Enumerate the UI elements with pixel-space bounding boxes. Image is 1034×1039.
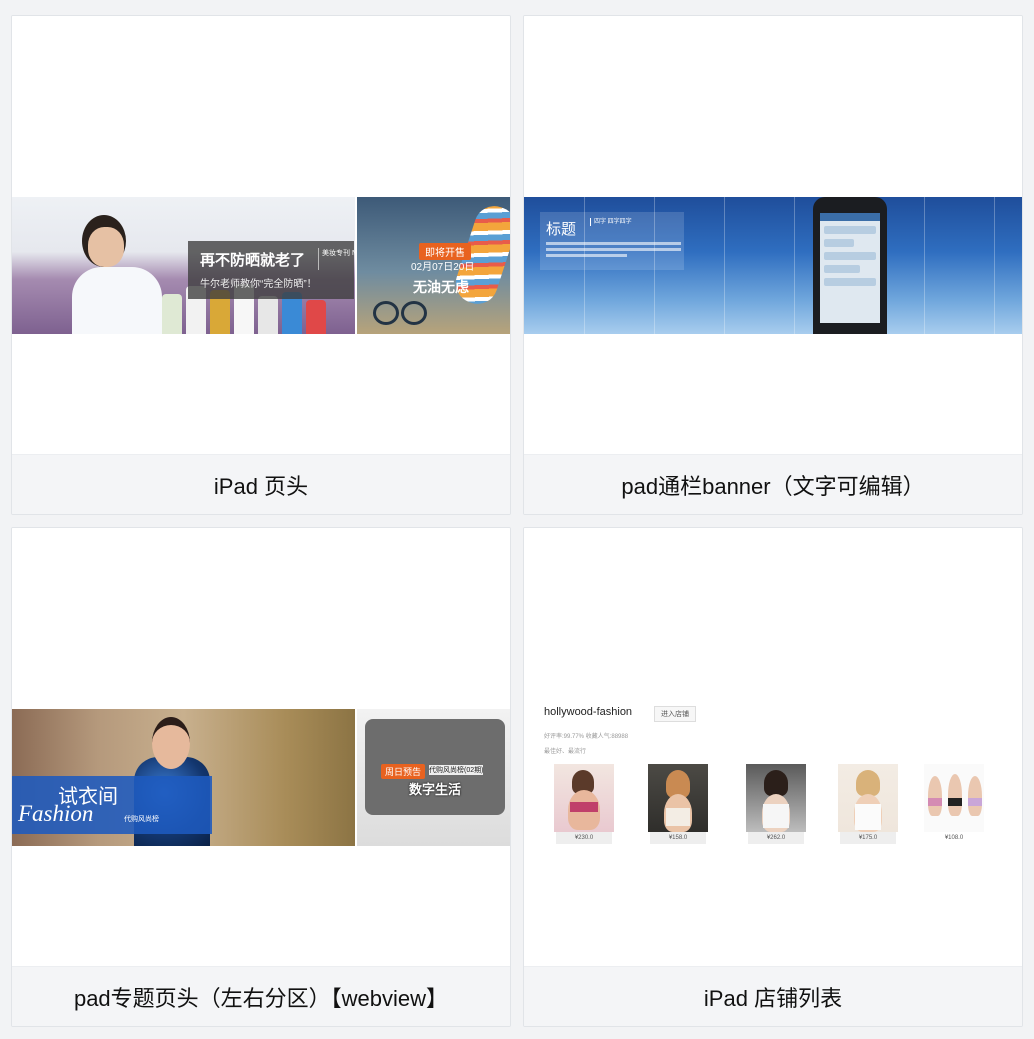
product-photo: [838, 764, 898, 832]
grid-line: [794, 197, 795, 334]
person-face: [88, 227, 124, 267]
sunglasses-icon: [401, 301, 427, 325]
grid-line: [724, 197, 725, 334]
banner-en-title: Fashion: [18, 801, 94, 826]
product-photo: [648, 764, 708, 832]
preview-banner: 再不防晒就老了 美妆专刊 NO.001 牛尔老师教你“完全防晒”！ 即将开售 0…: [12, 197, 510, 334]
sale-date: 02月07日20日: [411, 262, 475, 273]
banner-beach-photo: 即将开售 02月07日20日 无油无虑: [357, 197, 510, 334]
person-figure: [72, 267, 162, 334]
product-price: ¥262.0: [748, 832, 804, 844]
enter-shop-button: 进入店铺: [654, 706, 696, 722]
phone-screen: [820, 213, 880, 323]
template-card-ipad-header[interactable]: 再不防晒就老了 美妆专刊 NO.001 牛尔老师教你“完全防晒”！ 即将开售 0…: [11, 15, 511, 515]
card-preview: hollywood-fashion 进入店铺 好评率:99.77% 收藏人气:8…: [524, 528, 1022, 969]
shop-tagline: 最佳好、最流行: [544, 749, 587, 755]
preview-banner: 试衣间 Fashion 代购风尚榜 周日预告 代购风尚榜(02期) 数字生活: [12, 709, 510, 846]
banner-street-photo: 试衣间 Fashion 代购风尚榜: [12, 709, 355, 846]
product-item: ¥158.0: [648, 764, 708, 844]
product-tube: [162, 294, 182, 334]
woman-head: [152, 717, 190, 769]
shop-preview: hollywood-fashion 进入店铺 好评率:99.77% 收藏人气:8…: [524, 694, 1022, 854]
template-card-ipad-shop-list[interactable]: hollywood-fashion 进入店铺 好评率:99.77% 收藏人气:8…: [523, 527, 1023, 1027]
banner-title: 标题: [546, 221, 577, 238]
product-tube: [258, 296, 278, 334]
card-caption: pad专题页头（左右分区）【webview】: [12, 966, 510, 1026]
banner-subline: 牛尔老师教你“完全防晒”！: [200, 279, 317, 290]
template-grid: 再不防晒就老了 美妆专刊 NO.001 牛尔老师教你“完全防晒”！ 即将开售 0…: [0, 0, 1034, 1039]
product-item: ¥262.0: [746, 764, 806, 844]
text-panel: 标题 四字 四字四字: [540, 212, 684, 270]
phone-image: [813, 197, 887, 334]
template-card-pad-topic-header[interactable]: 试衣间 Fashion 代购风尚榜 周日预告 代购风尚榜(02期) 数字生活 p…: [11, 527, 511, 1027]
sale-title: 无油无虑: [413, 279, 469, 295]
product-photo: [746, 764, 806, 832]
grid-line: [924, 197, 925, 334]
product-price: ¥175.0: [840, 832, 896, 844]
card-caption: iPad 页头: [12, 454, 510, 514]
template-card-pad-banner[interactable]: 标题 四字 四字四字 pad通栏banner（文字可编辑）: [523, 15, 1023, 515]
preview-badge: 周日预告: [381, 764, 426, 779]
placeholder-text-lines: [546, 242, 681, 260]
card-preview: 标题 四字 四字四字: [524, 16, 1022, 457]
shop-stats: 好评率:99.77% 收藏人气:88988: [544, 734, 629, 740]
card-caption: pad通栏banner（文字可编辑）: [524, 454, 1022, 514]
product-item: ¥175.0: [838, 764, 898, 844]
card-preview: 试衣间 Fashion 代购风尚榜 周日预告 代购风尚榜(02期) 数字生活: [12, 528, 510, 969]
title-band: 试衣间 Fashion 代购风尚榜: [12, 776, 212, 834]
preview-issue: 代购风尚榜(02期): [429, 765, 484, 775]
shop-name: hollywood-fashion: [544, 706, 633, 718]
banner-tag: 代购风尚榜: [124, 816, 159, 823]
product-item: ¥230.0: [554, 764, 614, 844]
card-preview: 再不防晒就老了 美妆专刊 NO.001 牛尔老师教你“完全防晒”！ 即将开售 0…: [12, 16, 510, 457]
preview-title: 数字生活: [409, 782, 462, 797]
product-price: ¥108.0: [944, 835, 964, 841]
product-photo: [554, 764, 614, 832]
banner-headline: 再不防晒就老了: [200, 252, 306, 269]
banner-lavender-photo: 再不防晒就老了 美妆专刊 NO.001 牛尔老师教你“完全防晒”！: [12, 197, 376, 334]
product-tube: [306, 300, 326, 334]
banner-gadget-photo: 周日预告 代购风尚榜(02期) 数字生活: [357, 709, 510, 846]
preview-banner: 标题 四字 四字四字: [524, 197, 1022, 334]
product-item: ¥108.0: [924, 764, 984, 841]
banner-issue-tag: 美妆专刊 NO.001: [318, 248, 376, 270]
headline-box: 再不防晒就老了 美妆专刊 NO.001 牛尔老师教你“完全防晒”！: [188, 241, 376, 299]
product-price: ¥158.0: [650, 832, 706, 844]
product-price: ¥230.0: [556, 832, 612, 844]
product-photo: [924, 764, 984, 832]
banner-small-text: 四字 四字四字: [590, 218, 632, 226]
card-caption: iPad 店铺列表: [524, 966, 1022, 1026]
grid-line: [994, 197, 995, 334]
sunglasses-icon: [373, 301, 399, 325]
